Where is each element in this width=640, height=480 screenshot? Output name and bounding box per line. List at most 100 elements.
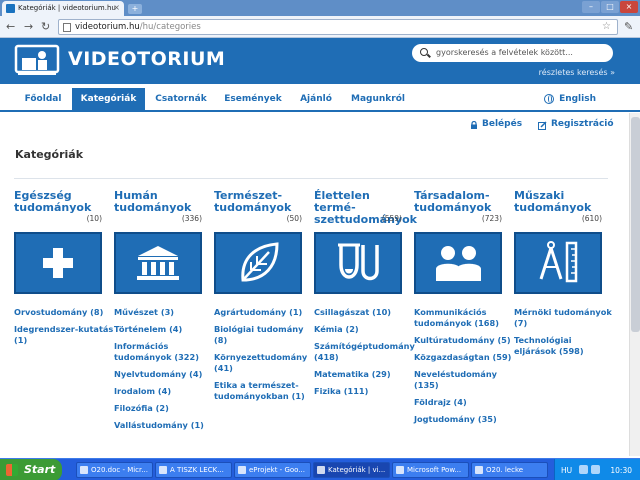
category-tile[interactable] <box>414 232 502 294</box>
subcategory-link[interactable]: Vallástudomány (1) <box>114 420 214 431</box>
reload-icon[interactable]: ↻ <box>41 21 50 33</box>
category-title[interactable]: Humán tudományok <box>114 190 202 216</box>
subcategory-link[interactable]: Számítógéptudomány (418) <box>314 341 415 363</box>
register-link[interactable]: Regisztráció <box>551 119 614 129</box>
advanced-search-link[interactable]: részletes keresés » <box>539 68 615 77</box>
language-indicator[interactable]: HU <box>561 466 572 475</box>
subcategory-link[interactable]: Földrajz (4) <box>414 397 514 408</box>
subcategory-link[interactable]: Agrártudomány (1) <box>214 307 314 318</box>
subcategory-link[interactable]: Irodalom (4) <box>114 386 214 397</box>
start-button[interactable]: Start <box>0 459 62 480</box>
subcategory-link[interactable]: Jogtudomány (35) <box>414 414 514 425</box>
search-placeholder: gyorskeresés a felvételek között... <box>436 48 573 57</box>
compass-ruler-icon <box>539 241 578 283</box>
subcategory-list: Mérnöki tudományok (7) Technológiai eljá… <box>514 307 614 363</box>
search-input[interactable]: gyorskeresés a felvételek között... <box>412 44 613 62</box>
subcategory-link[interactable]: Kémia (2) <box>314 324 414 335</box>
divider <box>14 178 608 179</box>
plus-icon <box>43 248 73 278</box>
logo-text[interactable]: VIDEOTORIUM <box>68 48 225 70</box>
subcategory-link[interactable]: Biológiai tudomány (8) <box>214 324 314 346</box>
taskbar-item[interactable]: A TISZK LECK... <box>155 462 232 478</box>
nav-item-kategoriak[interactable]: Kategóriák <box>72 88 145 110</box>
leaf-icon <box>241 242 279 282</box>
category-title[interactable]: Egészség tudományok <box>14 190 102 216</box>
nav-item-fooldal[interactable]: Főoldal <box>14 88 72 110</box>
browser-tab-title: Kategóriák | videotorium.hu <box>18 4 116 12</box>
taskbar-item-label: Kategóriák | vi... <box>328 466 386 474</box>
network-icon[interactable] <box>579 465 588 474</box>
subcategory-link[interactable]: Csillagászat (10) <box>314 307 414 318</box>
subcategory-link[interactable]: Nyelvtudomány (4) <box>114 369 214 380</box>
subcategory-link[interactable]: Információs tudományok (322) <box>114 341 214 363</box>
back-arrow-icon[interactable]: ← <box>6 21 15 33</box>
category-egeszseg: Egészség tudományok (10) Orvostudomány (… <box>14 190 113 345</box>
nav-item-magunkrol[interactable]: Magunkról <box>344 88 412 110</box>
subcategory-link[interactable]: Neveléstudomány (135) <box>414 369 514 391</box>
category-muszaki: Műszaki tudományok (610) Mérnöki tudomán… <box>514 190 612 356</box>
subcategory-link[interactable]: Művészet (3) <box>114 307 214 318</box>
subcategory-link[interactable]: Orvostudomány (8) <box>14 307 114 318</box>
category-count: (50) <box>286 214 302 223</box>
subcategory-list: Kommunikációs tudományok (168) Kultúratu… <box>414 307 514 431</box>
subcategory-link[interactable]: Technológiai eljárások (598) <box>514 335 614 357</box>
close-window-icon[interactable]: × <box>620 1 638 13</box>
address-bar[interactable]: videotorium.hu/hu/categories ☆ <box>58 19 618 35</box>
category-tile[interactable] <box>314 232 402 294</box>
category-tile[interactable] <box>514 232 602 294</box>
subcategory-link[interactable]: Matematika (29) <box>314 369 414 380</box>
category-title[interactable]: Társadalom-tudományok <box>414 190 502 216</box>
maximize-icon[interactable]: □ <box>601 1 619 13</box>
subcategory-list: Csillagászat (10) Kémia (2) Számítógéptu… <box>314 307 415 403</box>
wrench-icon[interactable]: ✎ <box>624 20 633 33</box>
category-title[interactable]: Természet-tudományok <box>214 190 302 216</box>
category-count: (336) <box>181 214 202 223</box>
bookmark-star-icon[interactable]: ☆ <box>602 21 611 32</box>
subcategory-link[interactable]: Közgazdaságtan (59) <box>414 352 514 363</box>
browser-tab[interactable]: Kategóriák | videotorium.hu × <box>2 1 124 16</box>
category-tile[interactable] <box>214 232 302 294</box>
category-title[interactable]: Élettelen termé-szettudományok <box>314 190 417 226</box>
language-link[interactable]: English <box>559 94 596 104</box>
category-tile[interactable] <box>114 232 202 294</box>
category-tile[interactable] <box>14 232 102 294</box>
taskbar-item[interactable]: eProjekt - Goo... <box>234 462 311 478</box>
subcategory-link[interactable]: Idegrendszer-kutatás (1) <box>14 324 114 346</box>
taskbar-item[interactable]: O20. lecke <box>471 462 548 478</box>
subcategory-link[interactable]: Történelem (4) <box>114 324 214 335</box>
subcategory-link[interactable]: Mérnöki tudományok (7) <box>514 307 614 329</box>
new-tab-button[interactable]: + <box>128 4 142 14</box>
page-scrollbar[interactable] <box>629 113 640 456</box>
lock-icon <box>471 121 477 129</box>
page-icon <box>63 23 71 32</box>
taskbar-item-label: Microsoft Pow... <box>407 466 462 474</box>
word-icon <box>159 466 167 474</box>
forward-arrow-icon[interactable]: → <box>24 21 33 33</box>
subcategory-link[interactable]: Etika a természet-tudományokban (1) <box>214 380 314 402</box>
login-link[interactable]: Belépés <box>482 119 522 129</box>
category-elettelen: Élettelen termé-szettudományok (559) Csi… <box>314 190 417 396</box>
subcategory-link[interactable]: Kommunikációs tudományok (168) <box>414 307 514 329</box>
subcategory-link[interactable]: Környezettudomány (41) <box>214 352 314 374</box>
close-tab-icon[interactable]: × <box>113 3 120 12</box>
favicon-icon <box>6 4 15 13</box>
taskbar-item-active[interactable]: Kategóriák | vi... <box>313 462 390 478</box>
taskbar-item[interactable]: O20.doc - Micr... <box>76 462 153 478</box>
browser-tabstrip: Kategóriák | videotorium.hu × + – □ × <box>0 0 640 16</box>
scrollbar-thumb[interactable] <box>631 117 640 332</box>
nav-item-ajanlo[interactable]: Ajánló <box>290 88 342 110</box>
screen: Kategóriák | videotorium.hu × + – □ × ← … <box>0 0 640 480</box>
nav-item-csatornak[interactable]: Csatornák <box>146 88 216 110</box>
subcategory-link[interactable]: Filozófia (2) <box>114 403 214 414</box>
nav-item-esemenyek[interactable]: Események <box>218 88 288 110</box>
category-title[interactable]: Műszaki tudományok <box>514 190 602 216</box>
subcategory-link[interactable]: Fizika (111) <box>314 386 414 397</box>
taskbar-item[interactable]: Microsoft Pow... <box>392 462 469 478</box>
taskbar: Start O20.doc - Micr... A TISZK LECK... … <box>0 458 640 480</box>
subcategory-link[interactable]: Kultúratudomány (5) <box>414 335 514 346</box>
minimize-icon[interactable]: – <box>582 1 600 13</box>
logo-icon[interactable] <box>14 44 60 76</box>
site-header: VIDEOTORIUM gyorskeresés a felvételek kö… <box>0 38 640 84</box>
volume-icon[interactable] <box>591 465 600 474</box>
taskbar-item-label: eProjekt - Goo... <box>249 466 305 474</box>
